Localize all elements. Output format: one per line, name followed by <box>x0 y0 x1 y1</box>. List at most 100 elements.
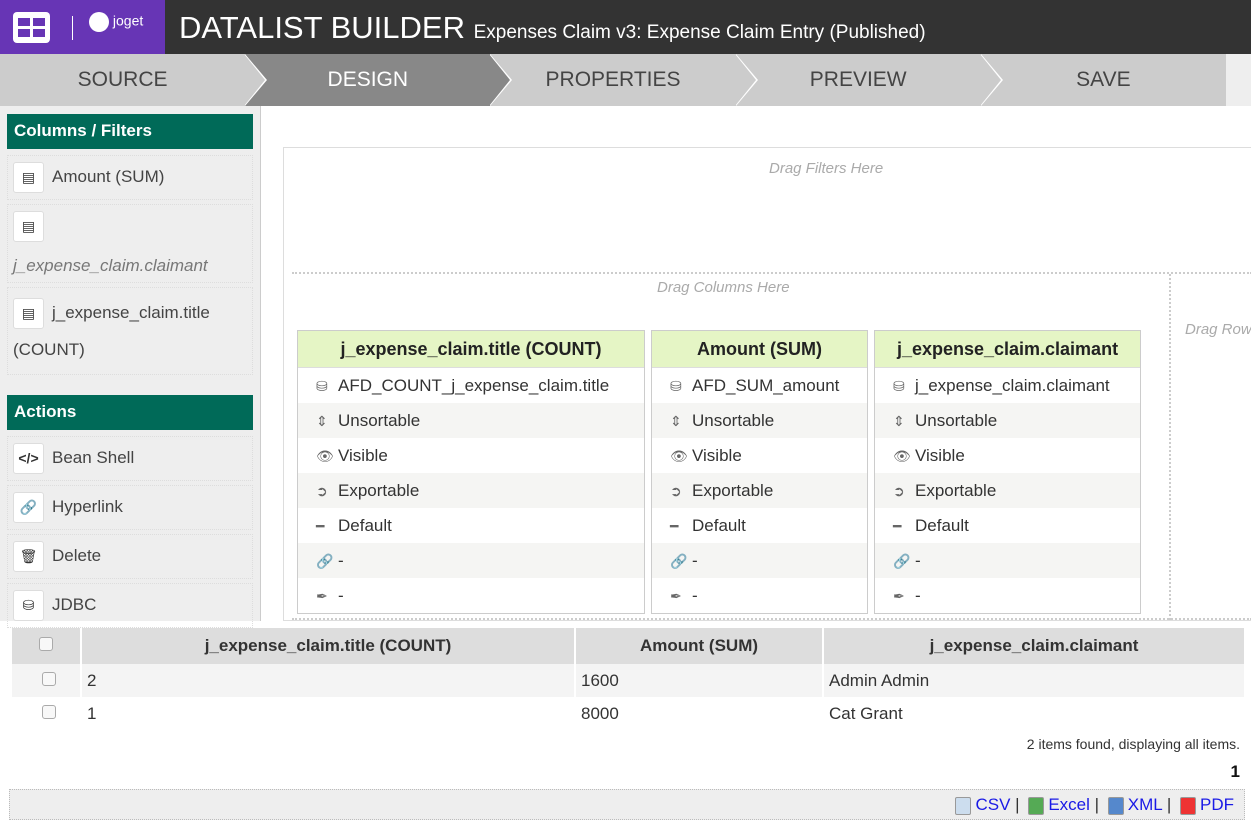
export-csv[interactable]: CSV <box>975 795 1010 814</box>
joget-logo[interactable]: joget <box>89 12 143 32</box>
item-label: Delete <box>52 545 102 565</box>
drive-icon: ▤ <box>13 298 44 330</box>
property-value: Visible <box>692 446 742 465</box>
step-design[interactable]: DESIGN <box>245 54 513 106</box>
preview-table: j_expense_claim.title (COUNT) Amount (SU… <box>10 628 1246 730</box>
property-value: - <box>915 551 921 570</box>
action-item[interactable]: 🗑 Delete <box>7 534 253 579</box>
checkbox[interactable] <box>41 671 56 686</box>
column-header[interactable]: j_expense_claim.title (COUNT) <box>82 628 574 664</box>
column-property[interactable]: ⇕ Unsortable <box>298 403 644 438</box>
column-property[interactable]: ➲ Exportable <box>652 473 867 508</box>
action-item[interactable]: 🔗 Hyperlink <box>7 485 253 530</box>
pdf-icon <box>1180 796 1196 815</box>
column-item[interactable]: ▤ j_expense_claim.claimant <box>7 204 253 283</box>
column-card[interactable]: j_expense_claim.title (COUNT) ⛁ AFD_COUNT_… <box>297 330 645 614</box>
column-property[interactable]: ━ Default <box>875 508 1140 543</box>
property-value: Unsortable <box>338 411 421 430</box>
columns-dropzone-label: Drag Columns Here <box>657 279 790 296</box>
column-property[interactable]: ⛁ j_expense_claim.claimant <box>875 368 1140 403</box>
brush-icon: ✒ <box>316 588 328 604</box>
column-card[interactable]: Amount (SUM) ⛁ AFD_SUM_amount ⇕ Unsortable 👁 V… <box>651 330 868 614</box>
step-preview[interactable]: PREVIEW <box>736 54 1004 106</box>
column-property[interactable]: ✒ - <box>652 578 867 613</box>
export-excel[interactable]: Excel <box>1048 795 1090 814</box>
step-save[interactable]: SAVE <box>981 54 1226 106</box>
column-property[interactable]: ✒ - <box>298 578 644 613</box>
eye-icon: 👁 <box>670 448 688 464</box>
property-value: Default <box>915 516 969 535</box>
export-icon: ➲ <box>316 483 328 499</box>
property-value: Exportable <box>915 481 997 500</box>
item-label: JDBC <box>52 594 97 614</box>
column-property[interactable]: 👁 Visible <box>298 438 644 473</box>
property-value: j_expense_claim.claimant <box>915 376 1110 395</box>
property-value: - <box>692 551 698 570</box>
column-property[interactable]: ✒ - <box>875 578 1140 613</box>
column-card[interactable]: j_expense_claim.claimant ⛁ j_expense_claim… <box>874 330 1141 614</box>
cell: 2 <box>82 664 574 697</box>
table-row: 1 8000 Cat Grant <box>12 697 1244 730</box>
item-label: j_expense_claim.claimant <box>13 256 208 275</box>
filters-dropzone[interactable]: Drag Filters Here <box>769 160 883 177</box>
builder-title: DATALIST BUILDER <box>179 10 465 45</box>
page-number[interactable]: 1 <box>1231 762 1240 782</box>
cell: Admin Admin <box>824 664 1244 697</box>
property-value: Unsortable <box>915 411 998 430</box>
builder-subtitle: Expenses Claim v3: Expense Claim Entry (… <box>473 22 926 43</box>
column-property[interactable]: ⛁ AFD_COUNT_j_expense_claim.title <box>298 368 644 403</box>
rows-dropzone-label: Drag Row <box>1185 321 1251 338</box>
item-label: Hyperlink <box>52 496 123 516</box>
cell: 1600 <box>576 664 822 697</box>
column-item[interactable]: ▤ Amount (SUM) <box>7 155 253 200</box>
cell: Cat Grant <box>829 703 903 723</box>
database-icon: ⛁ <box>893 378 905 394</box>
export-icon: ➲ <box>670 483 682 499</box>
export-pdf[interactable]: PDF <box>1200 795 1234 814</box>
column-property[interactable]: ➲ Exportable <box>298 473 644 508</box>
drive-icon: ▤ <box>13 162 44 193</box>
column-property[interactable]: 👁 Visible <box>652 438 867 473</box>
column-property[interactable]: ━ Default <box>652 508 867 543</box>
export-icon: ➲ <box>893 483 905 499</box>
csv-icon <box>955 796 972 815</box>
steps-nav: SOURCE DESIGN PROPERTIES PREVIEW SAVE <box>0 54 1226 106</box>
link-icon: 🔗 <box>316 553 334 569</box>
step-source[interactable]: SOURCE <box>0 54 268 106</box>
action-item[interactable]: ⛁ JDBC <box>7 583 253 628</box>
brush-icon: ✒ <box>670 588 682 604</box>
separator: | <box>1166 795 1172 814</box>
column-property[interactable]: 🔗 - <box>875 543 1140 578</box>
property-value: - <box>692 586 698 605</box>
column-item[interactable]: ▤ j_expense_claim.title (COUNT) <box>7 287 253 375</box>
action-item[interactable]: </> Bean Shell <box>7 436 253 481</box>
row-select[interactable] <box>12 697 80 730</box>
column-property[interactable]: ⛁ AFD_SUM_amount <box>652 368 867 403</box>
sidebar: Columns / Filters ▤ Amount (SUM) ▤ j_expen… <box>0 106 261 628</box>
logo-text: joget <box>112 12 144 29</box>
sort-icon: ⇕ <box>893 413 905 429</box>
database-icon: ⛁ <box>316 378 328 394</box>
column-property[interactable]: 🔗 - <box>298 543 644 578</box>
property-value: Unsortable <box>692 411 775 430</box>
logo-area: joget <box>0 0 165 54</box>
step-properties[interactable]: PROPERTIES <box>490 54 758 106</box>
apps-icon[interactable] <box>13 12 50 43</box>
column-header[interactable]: j_expense_claim.claimant <box>824 628 1244 664</box>
column-property[interactable]: ━ Default <box>298 508 644 543</box>
column-header[interactable]: Amount (SUM) <box>576 628 822 664</box>
checkbox[interactable] <box>41 704 56 719</box>
column-property[interactable]: ➲ Exportable <box>875 473 1140 508</box>
property-value: AFD_SUM_amount <box>692 376 840 395</box>
property-value: - <box>915 586 921 605</box>
export-xml[interactable]: XML <box>1128 795 1162 814</box>
column-property[interactable]: ⇕ Unsortable <box>652 403 867 438</box>
row-select[interactable] <box>12 664 80 697</box>
column-property[interactable]: 🔗 - <box>652 543 867 578</box>
select-all[interactable] <box>12 628 80 664</box>
column-property[interactable]: ⇕ Unsortable <box>875 403 1140 438</box>
checkbox[interactable] <box>39 637 53 651</box>
column-card-title: Amount (SUM) <box>652 331 867 368</box>
xml-icon <box>1107 796 1124 815</box>
column-property[interactable]: 👁 Visible <box>875 438 1140 473</box>
